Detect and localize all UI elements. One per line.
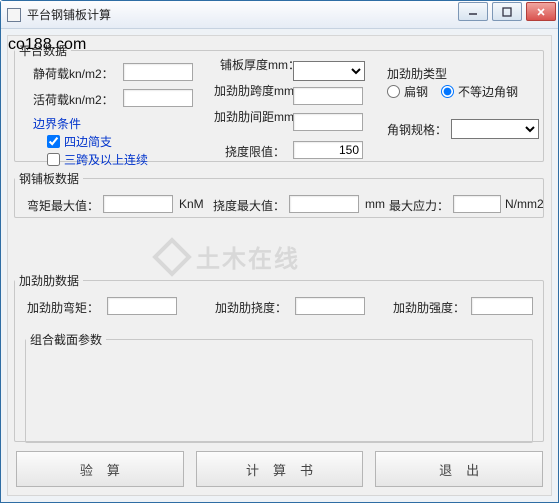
calc-button[interactable]: 验算 bbox=[16, 451, 184, 487]
close-button[interactable] bbox=[526, 2, 556, 21]
moment-input[interactable] bbox=[103, 195, 173, 213]
stiffener-spacing-label: 加劲肋间距mm： bbox=[214, 111, 288, 123]
platform-group: 平台数据 静荷载kn/m2： 活荷载kn/m2： 铺板厚度mm： 加劲肋跨度mm… bbox=[14, 42, 544, 162]
stiffener-flat-radio[interactable]: 扁钢 bbox=[387, 83, 428, 100]
boundary-simply-checkbox[interactable] bbox=[47, 135, 60, 148]
stiffener-deflection-label: 加劲肋挠度： bbox=[215, 299, 287, 316]
stiffener-angle-radio[interactable]: 不等边角钢 bbox=[441, 83, 518, 100]
moment-unit: KnM bbox=[179, 197, 204, 211]
static-load-label: 静荷载kn/m2： bbox=[33, 65, 114, 82]
plate-legend: 钢铺板数据 bbox=[15, 170, 83, 187]
watermark: 土木在线 bbox=[158, 239, 300, 274]
stress-unit: N/mm2 bbox=[505, 197, 544, 211]
stiffener-angle-input[interactable] bbox=[441, 85, 454, 98]
angle-spec-label: 角钢规格： bbox=[387, 121, 447, 138]
window-controls bbox=[458, 2, 556, 21]
deflection-label: 挠度最大值： bbox=[213, 197, 285, 214]
stress-input[interactable] bbox=[453, 195, 501, 213]
client-area: 土木在线 co188.com 平台数据 静荷载kn/m2： 活荷载kn/m2： … bbox=[7, 35, 552, 496]
angle-spec-select[interactable] bbox=[451, 119, 539, 139]
boundary-simply-supported[interactable]: 四边简支 bbox=[47, 133, 112, 150]
deflection-limit-label: 挠度限值： bbox=[225, 143, 285, 160]
plate-thickness-label: 铺板厚度mm： bbox=[220, 59, 288, 71]
boundary-continuous-checkbox[interactable] bbox=[47, 153, 60, 166]
deflection-unit: mm bbox=[365, 197, 385, 211]
stiffener-flat-input[interactable] bbox=[387, 85, 400, 98]
plate-thickness-select[interactable] bbox=[293, 61, 365, 81]
stiffener-span-label: 加劲肋跨度mm： bbox=[214, 85, 288, 97]
moment-label: 弯矩最大值： bbox=[27, 197, 99, 214]
stiffener-span-input[interactable] bbox=[293, 87, 363, 105]
app-icon bbox=[7, 8, 21, 22]
deflection-limit-input[interactable] bbox=[293, 141, 363, 159]
app-window: 平台钢铺板计算 土木在线 co188.com 平台数据 静荷载kn/m2： 活荷… bbox=[0, 0, 559, 503]
stiffener-flat-label: 扁钢 bbox=[404, 83, 428, 100]
deflection-input[interactable] bbox=[289, 195, 359, 213]
stiffener-type-label: 加劲肋类型 bbox=[387, 65, 447, 82]
static-load-input[interactable] bbox=[123, 63, 193, 81]
live-load-label: 活荷载kn/m2： bbox=[33, 91, 114, 108]
stiffener-spacing-input[interactable] bbox=[293, 113, 363, 131]
boundary-legend: 边界条件 bbox=[33, 115, 81, 132]
live-load-input[interactable] bbox=[123, 89, 193, 107]
report-button[interactable]: 计算书 bbox=[196, 451, 364, 487]
stress-label: 最大应力： bbox=[389, 197, 449, 214]
stiffener-moment-label: 加劲肋弯矩： bbox=[27, 299, 99, 316]
plate-group: 钢铺板数据 弯矩最大值： KnM 挠度最大值： mm 最大应力： N/mm2 bbox=[14, 170, 544, 218]
boundary-continuous-label: 三跨及以上连续 bbox=[64, 151, 148, 168]
boundary-continuous[interactable]: 三跨及以上连续 bbox=[47, 151, 148, 168]
window-title: 平台钢铺板计算 bbox=[27, 6, 111, 23]
stiffener-legend: 加劲肋数据 bbox=[15, 272, 83, 289]
stiffener-deflection-input[interactable] bbox=[295, 297, 365, 315]
stiffener-moment-input[interactable] bbox=[107, 297, 177, 315]
section-legend: 组合截面参数 bbox=[26, 331, 106, 348]
watermark-logo-icon bbox=[152, 237, 192, 277]
stiffener-angle-label: 不等边角钢 bbox=[458, 83, 518, 100]
maximize-button[interactable] bbox=[492, 2, 522, 21]
stiffener-strength-label: 加劲肋强度： bbox=[393, 299, 465, 316]
button-bar: 验算 计算书 退出 bbox=[16, 451, 543, 487]
minimize-button[interactable] bbox=[458, 2, 488, 21]
platform-legend: 平台数据 bbox=[15, 42, 71, 59]
stiffener-strength-input[interactable] bbox=[471, 297, 533, 315]
boundary-simply-label: 四边简支 bbox=[64, 133, 112, 150]
exit-button[interactable]: 退出 bbox=[375, 451, 543, 487]
stiffener-group: 加劲肋数据 加劲肋弯矩： 加劲肋挠度： 加劲肋强度： 组合截面参数 bbox=[14, 272, 544, 442]
section-group: 组合截面参数 bbox=[25, 331, 533, 443]
watermark-text: 土木在线 bbox=[196, 239, 300, 274]
